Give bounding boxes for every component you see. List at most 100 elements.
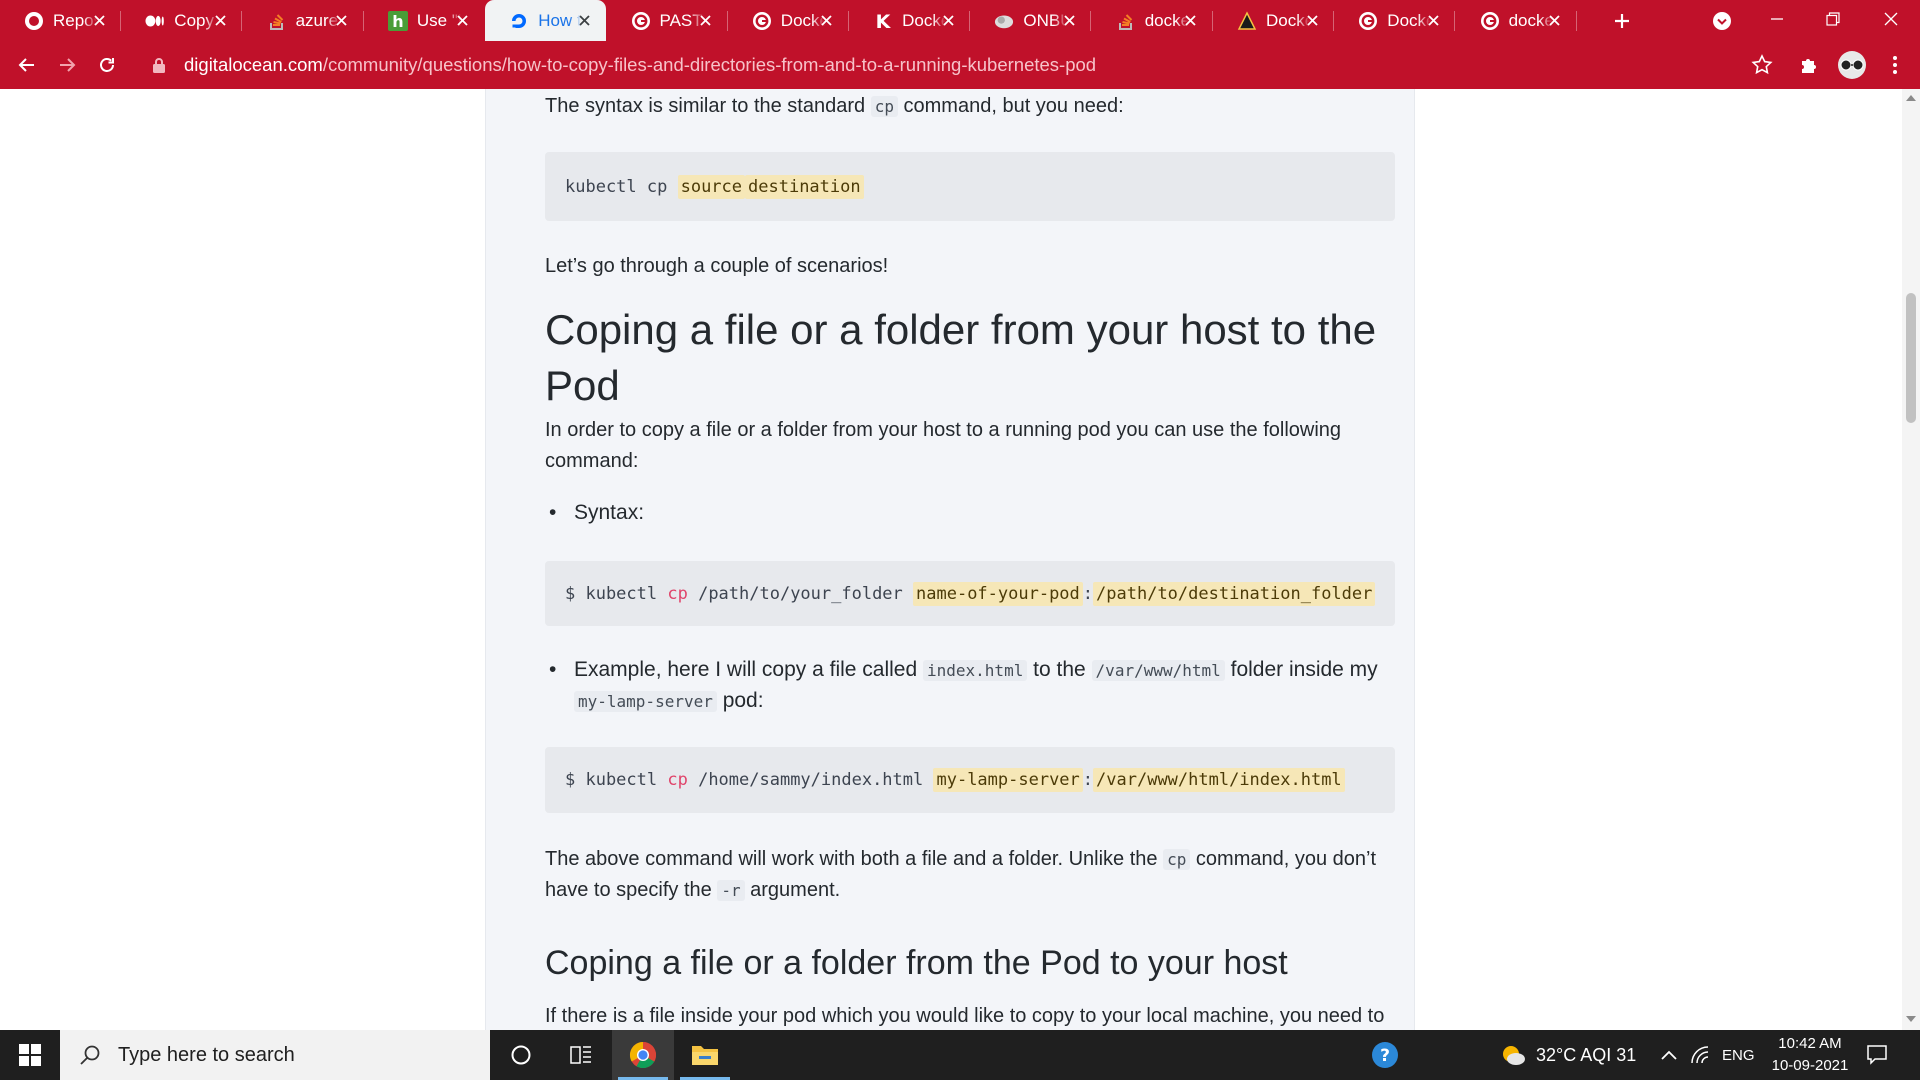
- cortana-button[interactable]: [490, 1030, 552, 1080]
- reload-icon: [100, 58, 114, 72]
- browser-tab[interactable]: Repository: [0, 0, 121, 41]
- text: argument.: [744, 879, 841, 901]
- tab-search-button[interactable]: [1710, 9, 1734, 33]
- section-heading-host-to-pod: Coping a file or a folder from your host…: [545, 306, 1377, 409]
- browser-tab[interactable]: ONBUILD: [970, 0, 1092, 41]
- close-tab-icon[interactable]: [1425, 12, 1441, 28]
- browser-tab[interactable]: docker: [1456, 0, 1577, 41]
- search-icon: [80, 1045, 100, 1065]
- close-window-button[interactable]: [1876, 4, 1906, 34]
- scroll-thumb[interactable]: [1906, 293, 1916, 423]
- chrome-taskbar-button[interactable]: [612, 1030, 674, 1080]
- browser-tab[interactable]: azure: [243, 0, 364, 41]
- search-placeholder: Type here to search: [118, 1043, 295, 1066]
- browser-tab[interactable]: PASTE: [607, 0, 728, 41]
- minimize-button[interactable]: [1762, 4, 1792, 34]
- page-scrollbar[interactable]: [1902, 89, 1920, 1030]
- scroll-up-arrow-icon[interactable]: [1906, 93, 1916, 103]
- medium-icon: [145, 11, 165, 31]
- bullet-syntax: Syntax:: [549, 498, 1394, 528]
- browser-tab[interactable]: KDocker: [849, 0, 971, 41]
- svg-text:K: K: [876, 11, 892, 31]
- close-icon: [1884, 12, 1898, 26]
- browser-tab[interactable]: hUse "kubectl": [364, 0, 485, 41]
- close-tab-icon[interactable]: [334, 12, 350, 28]
- network-tray-button[interactable]: [1690, 1030, 1712, 1080]
- browser-tab[interactable]: docker: [1092, 0, 1213, 41]
- restore-icon: [1826, 12, 1840, 26]
- close-tab-icon[interactable]: [91, 12, 107, 28]
- taskbar-search-box[interactable]: Type here to search: [60, 1030, 490, 1080]
- close-tab-icon[interactable]: [212, 12, 228, 28]
- task-view-button[interactable]: [550, 1030, 612, 1080]
- windows-logo-icon: [19, 1044, 41, 1066]
- profile-avatar[interactable]: [1838, 51, 1866, 79]
- windows-taskbar: Type here to search ? 32°C AQI 31 ENG 10…: [0, 1030, 1920, 1080]
- code-placeholder-source: source: [677, 174, 746, 199]
- text: Example, here I will copy a file called: [574, 658, 923, 681]
- google-icon: [631, 11, 651, 31]
- code-block-example[interactable]: $ kubectl cp /home/sammy/index.html my-l…: [545, 747, 1395, 813]
- new-tab-button[interactable]: [1610, 9, 1634, 33]
- code-keyword: cp: [667, 583, 688, 604]
- lock-icon[interactable]: [152, 57, 168, 73]
- code-block-syntax[interactable]: $ kubectl cp /path/to/your_folder name-o…: [545, 561, 1395, 626]
- close-tab-icon[interactable]: [940, 12, 956, 28]
- help-tray-button[interactable]: ?: [1354, 1030, 1416, 1080]
- browser-tab[interactable]: Docker: [1334, 0, 1456, 41]
- address-bar[interactable]: digitalocean.com/community/questions/how…: [140, 47, 1763, 83]
- digitalocean-icon: [509, 11, 529, 31]
- notifications-button[interactable]: [1866, 1030, 1888, 1080]
- close-tab-icon[interactable]: [1183, 12, 1199, 28]
- scenarios-paragraph: Let’s go through a couple of scenarios!: [545, 255, 889, 277]
- bookmark-star-button[interactable]: [1750, 53, 1774, 77]
- stackoverflow-icon: [1116, 11, 1136, 31]
- inline-code: cp: [1163, 849, 1191, 870]
- code-block-basic[interactable]: kubectl cp source destination: [545, 152, 1395, 221]
- code-placeholder-pod: name-of-your-pod: [913, 581, 1083, 606]
- inline-code: cp: [870, 96, 898, 117]
- text: The above command will work with both a …: [545, 848, 1164, 870]
- forward-button[interactable]: [53, 51, 81, 79]
- chevron-up-icon: [1661, 1050, 1677, 1060]
- close-tab-icon[interactable]: [1061, 12, 1077, 28]
- back-button[interactable]: [13, 51, 41, 79]
- reload-button[interactable]: [93, 51, 121, 79]
- h-icon: h: [387, 10, 408, 31]
- scroll-down-arrow-icon[interactable]: [1906, 1014, 1916, 1024]
- text: command, but you need:: [897, 95, 1124, 117]
- extensions-button[interactable]: [1798, 53, 1822, 77]
- browser-tab[interactable]: Docker: [728, 0, 849, 41]
- show-hidden-icons-button[interactable]: [1660, 1030, 1678, 1080]
- google-icon: [1480, 11, 1500, 31]
- close-tab-icon[interactable]: [1304, 12, 1320, 28]
- close-tab-icon[interactable]: [455, 12, 471, 28]
- code-keyword: cp: [667, 770, 688, 790]
- file-explorer-taskbar-button[interactable]: [674, 1030, 736, 1080]
- close-tab-icon[interactable]: [819, 12, 835, 28]
- text: folder inside my: [1224, 658, 1378, 681]
- weather-text: 32°C AQI 31: [1536, 1044, 1637, 1065]
- github-icon: [24, 11, 44, 31]
- close-tab-icon[interactable]: [576, 12, 592, 28]
- close-tab-icon[interactable]: [698, 12, 714, 28]
- restore-button[interactable]: [1818, 4, 1848, 34]
- weather-widget[interactable]: 32°C AQI 31: [1500, 1030, 1636, 1080]
- browser-menu-button[interactable]: [1883, 53, 1907, 77]
- start-button[interactable]: [0, 1030, 60, 1080]
- browser-tab[interactable]: How to: [485, 0, 607, 42]
- code-text: $ kubectl: [565, 770, 668, 790]
- inline-code: -r: [717, 880, 745, 901]
- clock[interactable]: 10:42 AM 10-09-2021: [1760, 1033, 1860, 1077]
- above-command-paragraph: The above command will work with both a …: [545, 844, 1395, 906]
- browser-tab[interactable]: Docker: [1213, 0, 1334, 41]
- tab-separator: [1575, 11, 1577, 31]
- clock-time: 10:42 AM: [1778, 1035, 1842, 1052]
- wifi-icon: [1691, 1046, 1709, 1064]
- close-tab-icon[interactable]: [1547, 12, 1563, 28]
- triangle-icon: [1237, 10, 1257, 31]
- code-placeholder-dest: /var/www/html/index.html: [1093, 768, 1345, 792]
- code-text: :: [1082, 770, 1094, 790]
- browser-tab[interactable]: Copy files: [121, 0, 243, 41]
- language-indicator[interactable]: ENG: [1722, 1030, 1755, 1080]
